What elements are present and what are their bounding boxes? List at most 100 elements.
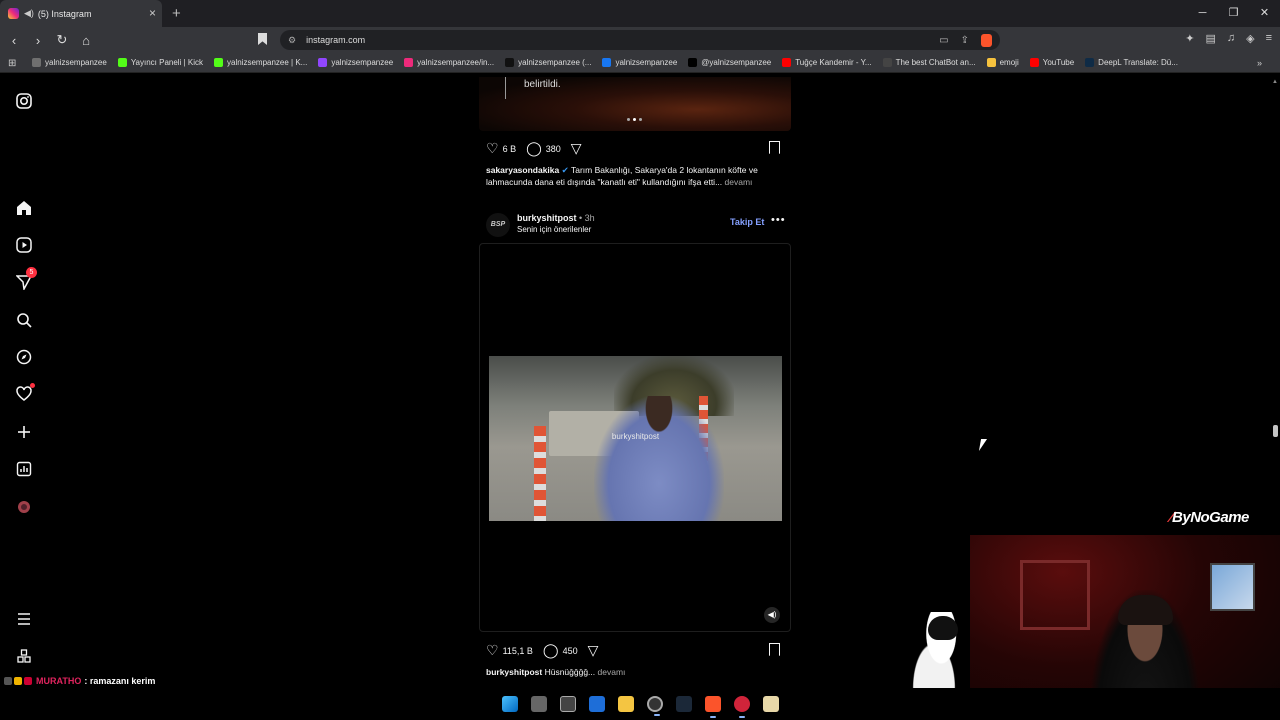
bookmark-item[interactable]: emoji: [986, 58, 1019, 67]
carousel-dots: [627, 118, 642, 121]
scroll-thumb[interactable]: [1273, 425, 1278, 437]
extensions-icon[interactable]: ✦: [1185, 32, 1194, 45]
windows-taskbar: [0, 688, 1280, 720]
post1-save-icon[interactable]: [769, 141, 780, 154]
tab-title: (5) Instagram: [37, 8, 92, 19]
post1-more-link[interactable]: devamı: [725, 177, 753, 187]
reload-icon[interactable]: ↻: [52, 32, 72, 48]
file-explorer-icon[interactable]: [617, 696, 634, 712]
bookmark-item[interactable]: @yalnizsempanzee: [688, 58, 771, 67]
kick-icon: [117, 58, 127, 67]
close-tab-icon[interactable]: ×: [149, 6, 156, 20]
reels-icon[interactable]: [14, 235, 34, 255]
app-icon[interactable]: [559, 696, 576, 712]
bookmark-item[interactable]: Tuğçe Kandemir - Y...: [782, 58, 872, 67]
more-bookmarks-icon[interactable]: »: [1257, 58, 1262, 68]
dashboard-icon[interactable]: [14, 459, 34, 479]
app-icon[interactable]: [733, 696, 750, 718]
site-settings-icon[interactable]: ⚙: [288, 35, 296, 46]
post2-avatar[interactable]: BSP: [486, 213, 510, 237]
menu-icon[interactable]: ≡: [1266, 32, 1272, 45]
tab-instagram[interactable]: ◀) (5) Instagram ×: [0, 0, 162, 27]
brave-browser-icon[interactable]: [704, 696, 721, 718]
app-icon[interactable]: [762, 696, 779, 712]
instagram-logo-icon[interactable]: [14, 91, 34, 111]
search-icon[interactable]: [14, 310, 34, 330]
post-options-icon[interactable]: •••: [771, 214, 786, 226]
back-icon[interactable]: ‹: [4, 33, 24, 48]
home-nav-icon[interactable]: [14, 198, 34, 218]
home-icon[interactable]: ⌂: [76, 33, 96, 48]
mute-toggle-icon[interactable]: ◀): [764, 607, 780, 623]
forward-icon[interactable]: ›: [28, 33, 48, 48]
bookmark-item[interactable]: yalnizsempanzee: [32, 58, 107, 67]
bookmark-item[interactable]: yalnizsempanzee: [318, 58, 393, 67]
like-heart-icon[interactable]: ♡: [486, 642, 499, 659]
like-heart-icon[interactable]: ♡: [486, 140, 499, 157]
bookmark-item[interactable]: yalnizsempanzee (...: [505, 58, 591, 67]
bookmark-item[interactable]: yalnizsempanzee | K...: [214, 58, 307, 67]
post1-media[interactable]: belirtildi.: [479, 77, 791, 131]
scroll-up-icon[interactable]: ▲: [1272, 79, 1278, 85]
comment-icon[interactable]: ◯: [526, 140, 542, 157]
bookmark-label: yalnizsempanzee | K...: [227, 58, 308, 67]
profile-avatar-icon[interactable]: [14, 497, 34, 517]
bookmark-item[interactable]: The best ChatBot an...: [882, 58, 976, 67]
address-bar[interactable]: ⚙ instagram.com ▭ ⇪: [280, 30, 1000, 50]
bookmark-page-icon[interactable]: [258, 33, 267, 45]
bookmark-label: yalnizsempanzee: [331, 58, 394, 67]
explore-compass-icon[interactable]: [14, 347, 34, 367]
more-menu-icon[interactable]: [14, 609, 34, 629]
bookmark-item[interactable]: YouTube: [1029, 58, 1074, 67]
minimize-button[interactable]: ─: [1187, 0, 1218, 27]
windows-start-icon[interactable]: [501, 696, 518, 712]
new-tab-button[interactable]: +: [172, 5, 181, 22]
obs-icon[interactable]: [646, 696, 663, 716]
task-view-icon[interactable]: [530, 696, 547, 712]
create-post-icon[interactable]: [14, 422, 34, 442]
close-window-button[interactable]: ✕: [1249, 0, 1280, 27]
post2-time: • 3h: [576, 213, 595, 223]
bookmark-item[interactable]: Yayıncı Paneli | Kick: [117, 58, 203, 67]
post2-caption-username[interactable]: burkyshitpost: [486, 667, 542, 677]
media-icon[interactable]: ♫: [1227, 32, 1235, 45]
bookmark-label: yalnizsempanzee/in...: [417, 58, 495, 67]
speaker-icon[interactable]: ◀): [24, 8, 34, 19]
bookmark-item[interactable]: yalnizsempanzee/in...: [404, 58, 494, 67]
cast-icon[interactable]: ▭: [939, 35, 948, 46]
share-icon[interactable]: ▽: [588, 642, 599, 659]
share-icon[interactable]: ⇪: [961, 35, 969, 46]
bynogame-logo: ∕ByNoGame: [1170, 509, 1249, 526]
brave-shields-icon[interactable]: [981, 33, 992, 47]
badge-icon: [4, 677, 12, 685]
app-icon[interactable]: [588, 696, 605, 712]
badge-icon: [24, 677, 32, 685]
sidebar-toggle-icon[interactable]: ▤: [1205, 32, 1215, 45]
apps-grid-icon[interactable]: ⊞: [8, 58, 18, 69]
post2-subtitle: Senin için önerilenler: [517, 225, 592, 234]
post1-username[interactable]: sakaryasondakika: [486, 165, 559, 175]
direct-messages-icon[interactable]: 5: [14, 267, 37, 292]
bookmark-label: @yalnizsempanzee: [701, 58, 772, 67]
share-icon[interactable]: ▽: [571, 140, 582, 157]
steam-icon[interactable]: [675, 696, 692, 712]
post2-save-icon[interactable]: [769, 643, 780, 656]
post2-username[interactable]: burkyshitpost: [517, 213, 577, 223]
post2-video[interactable]: burkyshitpost ◀): [479, 243, 791, 632]
instagram-sidebar: 5: [0, 77, 48, 687]
bookmark-item[interactable]: yalnizsempanzee: [602, 58, 677, 67]
bookmark-item[interactable]: DeepL Translate: Dü...: [1085, 58, 1178, 67]
notifications-heart-icon[interactable]: [14, 383, 35, 404]
post1-caption: sakaryasondakika ✔ Tarım Bakanlığı, Saka…: [486, 164, 786, 188]
follow-button[interactable]: Takip Et: [730, 217, 764, 227]
post2-more-link[interactable]: devamı: [598, 667, 626, 677]
post2-header: BSP burkyshitpost • 3h Senin için öneril…: [486, 209, 786, 239]
x-icon: [688, 58, 698, 67]
browser-toolbar: ‹ › ↻ ⌂ ⚙ instagram.com ▭ ⇪ ✦ ▤ ♫ ◈ ≡: [0, 27, 1280, 53]
restore-button[interactable]: ❐: [1218, 0, 1249, 27]
wallet-icon[interactable]: ◈: [1246, 32, 1254, 45]
video-frame: burkyshitpost: [489, 356, 782, 521]
comment-icon[interactable]: ◯: [543, 642, 559, 659]
also-from-meta-icon[interactable]: [14, 646, 34, 666]
chat-badges: [4, 677, 32, 685]
